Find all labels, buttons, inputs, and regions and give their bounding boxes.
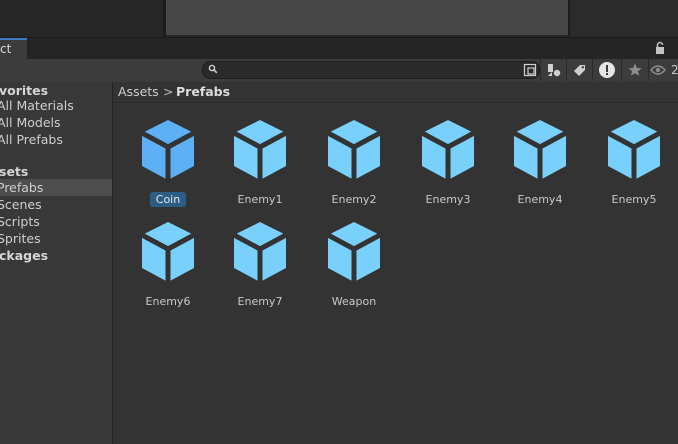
visibility-icon[interactable] bbox=[650, 64, 666, 76]
tree-packages[interactable]: ckages bbox=[0, 247, 112, 264]
tab-bar bbox=[0, 37, 678, 61]
tree-item-scripts[interactable]: Scripts bbox=[0, 213, 112, 230]
asset-label: Weapon bbox=[331, 295, 377, 308]
favorite-icon bbox=[628, 63, 642, 76]
breadcrumb-assets[interactable]: Assets bbox=[118, 82, 159, 101]
breadcrumb-separator: > bbox=[163, 84, 174, 99]
asset-item[interactable]: Enemy7 bbox=[220, 220, 300, 308]
tree-assets[interactable]: sets bbox=[0, 163, 112, 180]
asset-label: Enemy6 bbox=[145, 295, 191, 308]
asset-label: Enemy4 bbox=[517, 193, 563, 206]
tree-item-prefabs[interactable]: Prefabs bbox=[0, 179, 112, 196]
label-filter-button[interactable] bbox=[568, 59, 592, 81]
label-filter-icon bbox=[574, 65, 585, 76]
tree-item-all-prefabs[interactable]: All Prefabs bbox=[0, 131, 112, 148]
asset-item[interactable]: Enemy5 bbox=[594, 118, 674, 206]
asset-label: Enemy5 bbox=[611, 193, 657, 206]
tree-item-all-materials[interactable]: All Materials bbox=[0, 97, 112, 114]
asset-item[interactable]: Enemy1 bbox=[220, 118, 300, 206]
folder-tree: vorites All Materials All Models All Pre… bbox=[0, 82, 113, 444]
tree-item-sprites[interactable]: Sprites bbox=[0, 230, 112, 247]
tab-project-label: ct bbox=[0, 42, 12, 56]
warning-filter-icon bbox=[599, 62, 615, 78]
asset-item[interactable]: Enemy3 bbox=[408, 118, 488, 206]
type-filter-button[interactable] bbox=[542, 59, 566, 81]
asset-item[interactable]: Coin bbox=[128, 118, 208, 207]
prefab-cube-icon bbox=[326, 120, 382, 180]
prefab-cube-icon bbox=[420, 120, 476, 180]
prefab-cube-icon bbox=[232, 222, 288, 282]
warning-filter-button[interactable] bbox=[595, 59, 619, 81]
asset-item[interactable]: Enemy6 bbox=[128, 220, 208, 308]
inspector-edge bbox=[570, 0, 678, 37]
toolbar-separator bbox=[621, 59, 622, 81]
prefab-cube-icon bbox=[140, 120, 196, 180]
toolbar-separator bbox=[592, 59, 593, 81]
asset-label: Enemy2 bbox=[331, 193, 377, 206]
scene-viewport[interactable] bbox=[166, 0, 570, 35]
type-filter-icon bbox=[548, 64, 561, 77]
asset-item[interactable]: Weapon bbox=[314, 220, 394, 308]
tree-item-all-models[interactable]: All Models bbox=[0, 114, 112, 131]
asset-item[interactable]: Enemy4 bbox=[500, 118, 580, 206]
lock-icon[interactable] bbox=[654, 41, 666, 55]
prefab-cube-icon bbox=[326, 222, 382, 282]
hidden-count: 2 bbox=[671, 63, 678, 77]
asset-label: Enemy7 bbox=[237, 295, 283, 308]
prefab-cube-icon bbox=[512, 120, 568, 180]
tab-project[interactable]: ct bbox=[0, 38, 27, 59]
scene-filter-button[interactable] bbox=[518, 59, 542, 81]
search-input[interactable] bbox=[202, 61, 540, 79]
asset-label: Enemy3 bbox=[425, 193, 471, 206]
prefab-cube-icon bbox=[140, 222, 196, 282]
asset-label: Coin bbox=[128, 192, 208, 207]
breadcrumb-prefabs[interactable]: Prefabs bbox=[176, 82, 230, 101]
tree-item-scenes[interactable]: Scenes bbox=[0, 196, 112, 213]
scene-filter-icon bbox=[523, 63, 537, 77]
toolbar-separator bbox=[540, 59, 541, 81]
asset-label: Enemy1 bbox=[237, 193, 283, 206]
toolbar-separator bbox=[566, 59, 567, 81]
prefab-cube-icon bbox=[606, 120, 662, 180]
toolbar-separator bbox=[648, 59, 649, 81]
search-icon bbox=[208, 64, 218, 74]
asset-item[interactable]: Enemy2 bbox=[314, 118, 394, 206]
prefab-cube-icon bbox=[232, 120, 288, 180]
favorite-button[interactable] bbox=[623, 59, 647, 81]
